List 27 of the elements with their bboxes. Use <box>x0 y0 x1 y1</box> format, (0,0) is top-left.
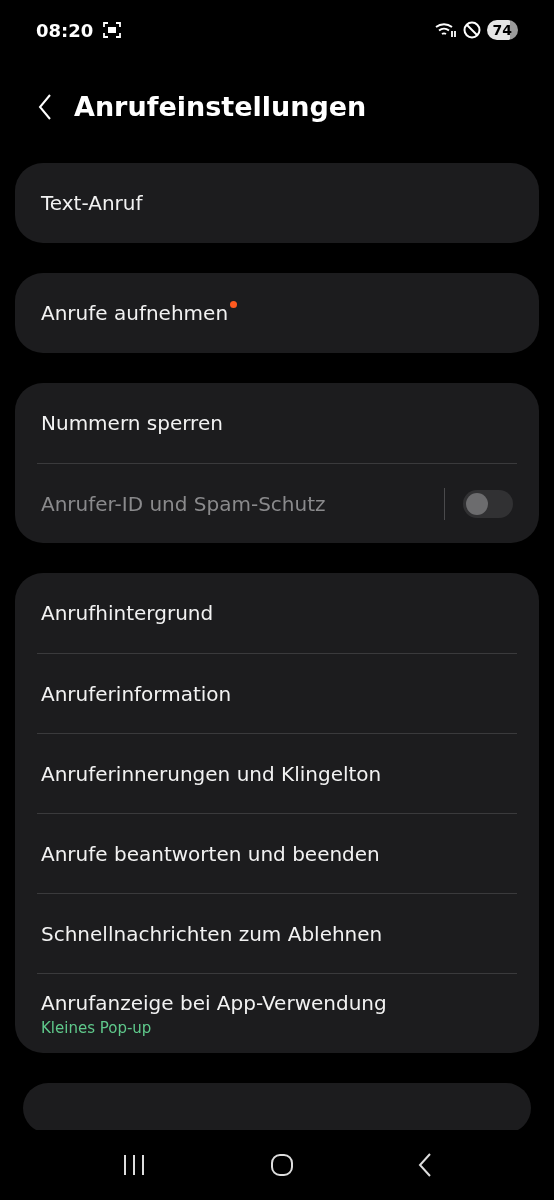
do-not-disturb-icon <box>462 21 481 39</box>
wifi-icon <box>434 21 457 39</box>
setting-label: Anruferinformation <box>41 681 232 706</box>
setting-label: Anrufhintergrund <box>41 601 214 625</box>
settings-row[interactable]: Anruferinformation <box>37 653 517 733</box>
setting-label: Nummern sperren <box>41 411 223 435</box>
settings-row[interactable]: Text-Anruf <box>37 163 517 243</box>
page-title: Anrufeinstellungen <box>74 91 367 122</box>
setting-label: Schnellnachrichten zum Ablehnen <box>41 921 383 946</box>
setting-label: Anrufe aufnehmen <box>41 301 229 325</box>
settings-row[interactable]: Schnellnachrichten zum Ablehnen <box>37 893 517 973</box>
settings-row[interactable]: Anruferinnerungen und Klingelton <box>37 733 517 813</box>
settings-row[interactable]: Anrufe beantworten und beenden <box>37 813 517 893</box>
clock: 08:20 <box>36 19 94 41</box>
settings-row[interactable]: Nummern sperren <box>37 383 517 463</box>
setting-label: Anrufer-ID und Spam-Schutz <box>41 491 326 516</box>
setting-value: Kleines Pop-up <box>41 1018 153 1037</box>
battery-indicator: 74 <box>486 20 518 40</box>
setting-label: Anruferinnerungen und Klingelton <box>41 761 382 786</box>
screenshot-icon <box>103 22 122 38</box>
settings-row[interactable]: Anrufe aufnehmen <box>37 273 517 353</box>
setting-label: Anrufanzeige bei App-Verwendung <box>41 990 387 1015</box>
settings-row[interactable]: Anrufanzeige bei App-Verwendung Kleines Pop-up <box>37 973 517 1053</box>
setting-label: Text-Anruf <box>41 191 143 215</box>
setting-label: Anrufe beantworten und beenden <box>41 841 380 866</box>
settings-row[interactable]: Anrufhintergrund <box>37 573 517 653</box>
back-button[interactable] <box>38 93 52 120</box>
